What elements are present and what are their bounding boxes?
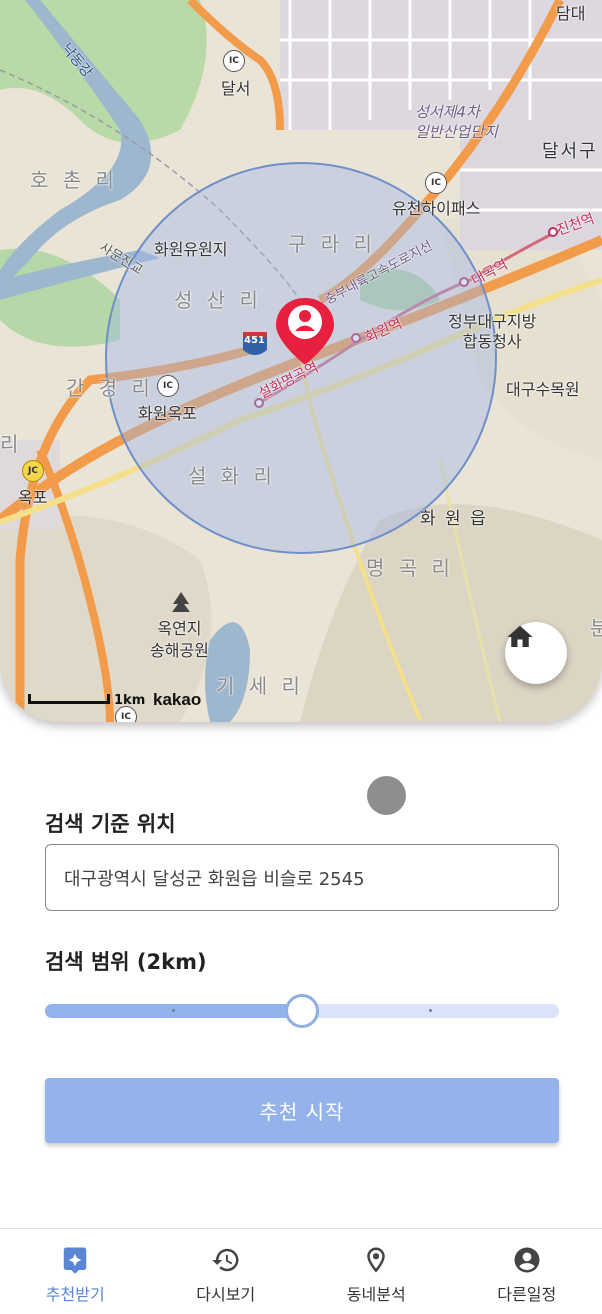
map-label-dalseo-gu: 달서구 (542, 141, 598, 162)
nav-item-schedule[interactable]: 다른일정 (452, 1229, 602, 1314)
map-label-dalseo: 달서 (221, 79, 251, 98)
map-label-hwawon-okpo: 화원옥포 (138, 404, 197, 423)
nav-label: 추천받기 (45, 1285, 105, 1304)
jc-badge: JC (22, 460, 44, 482)
slider-tick (429, 1009, 432, 1012)
map-label-seolhwari: 설 화 리 (188, 464, 276, 488)
nav-label: 다른일정 (497, 1285, 557, 1304)
ic-badge: IC (157, 375, 179, 397)
map-label-government: 정부대구지방 합동청사 (448, 312, 537, 351)
map-label-park: 화원유원지 (154, 240, 228, 259)
home-icon (507, 625, 533, 647)
map-label-arboretum: 대구수목원 (506, 380, 580, 399)
map-label-ri: 리 (0, 432, 23, 456)
map-label-hochon: 호 촌 리 (30, 168, 118, 192)
range-slider[interactable] (45, 994, 559, 1028)
ic-badge: IC (115, 706, 137, 722)
map-label-myeonggok: 명 곡 리 (366, 556, 454, 580)
start-recommend-button[interactable]: 추천 시작 (45, 1078, 559, 1143)
nav-label: 동네분석 (346, 1285, 406, 1304)
location-pin-icon (359, 1243, 393, 1277)
nav-item-history[interactable]: 다시보기 (151, 1229, 302, 1314)
scale-bar (28, 694, 110, 704)
map-label-yuncheon: 유천하이패스 (392, 199, 481, 218)
map-label-okpo: 옥포 (18, 488, 48, 507)
home-button[interactable] (505, 622, 567, 684)
bottom-nav: 추천받기 다시보기 동네분석 다른일정 (0, 1228, 602, 1314)
map-canvas (0, 0, 602, 722)
ic-badge: IC (223, 50, 245, 72)
map-label-hwawon-eup: 화 원 읍 (420, 509, 488, 529)
map-label-gurari: 구 라 리 (288, 232, 376, 256)
account-icon (510, 1243, 544, 1277)
range-title: 검색 범위 (2km) (45, 950, 207, 974)
history-icon (209, 1243, 243, 1277)
map-label-okyeonji: 옥연지 송해공원 (150, 619, 209, 660)
route-shield: 451 (244, 335, 265, 346)
map-label-giseri: 기 세 리 (216, 674, 304, 698)
location-title: 검색 기준 위치 (45, 812, 176, 836)
map-label-seongsan: 성 산 리 (174, 288, 262, 312)
recommend-icon (58, 1243, 92, 1277)
scale-label: 1km (114, 693, 146, 708)
slider-thumb[interactable] (285, 994, 319, 1028)
map-label-bun: 분 (590, 612, 602, 641)
nav-item-recommend[interactable]: 추천받기 (0, 1229, 151, 1314)
drag-handle[interactable] (367, 776, 406, 815)
map-view[interactable]: 낙동강 담대 달서 성서제4차 일반산업단지 달서구 호 촌 리 유천하이패스 … (0, 0, 602, 722)
ic-badge: IC (425, 172, 447, 194)
map-label-ganggyeong: 간 경 리 (66, 376, 154, 400)
map-label-industrial: 성서제4차 일반산업단지 (415, 103, 498, 141)
nav-label: 다시보기 (196, 1285, 256, 1304)
address-field[interactable]: 대구광역시 달성군 화원읍 비슬로 2545 (45, 844, 559, 911)
nav-item-analysis[interactable]: 동네분석 (301, 1229, 452, 1314)
slider-tick (172, 1009, 175, 1012)
kakao-logo: kakao (153, 690, 202, 709)
map-label-dam: 담대 (556, 4, 586, 23)
